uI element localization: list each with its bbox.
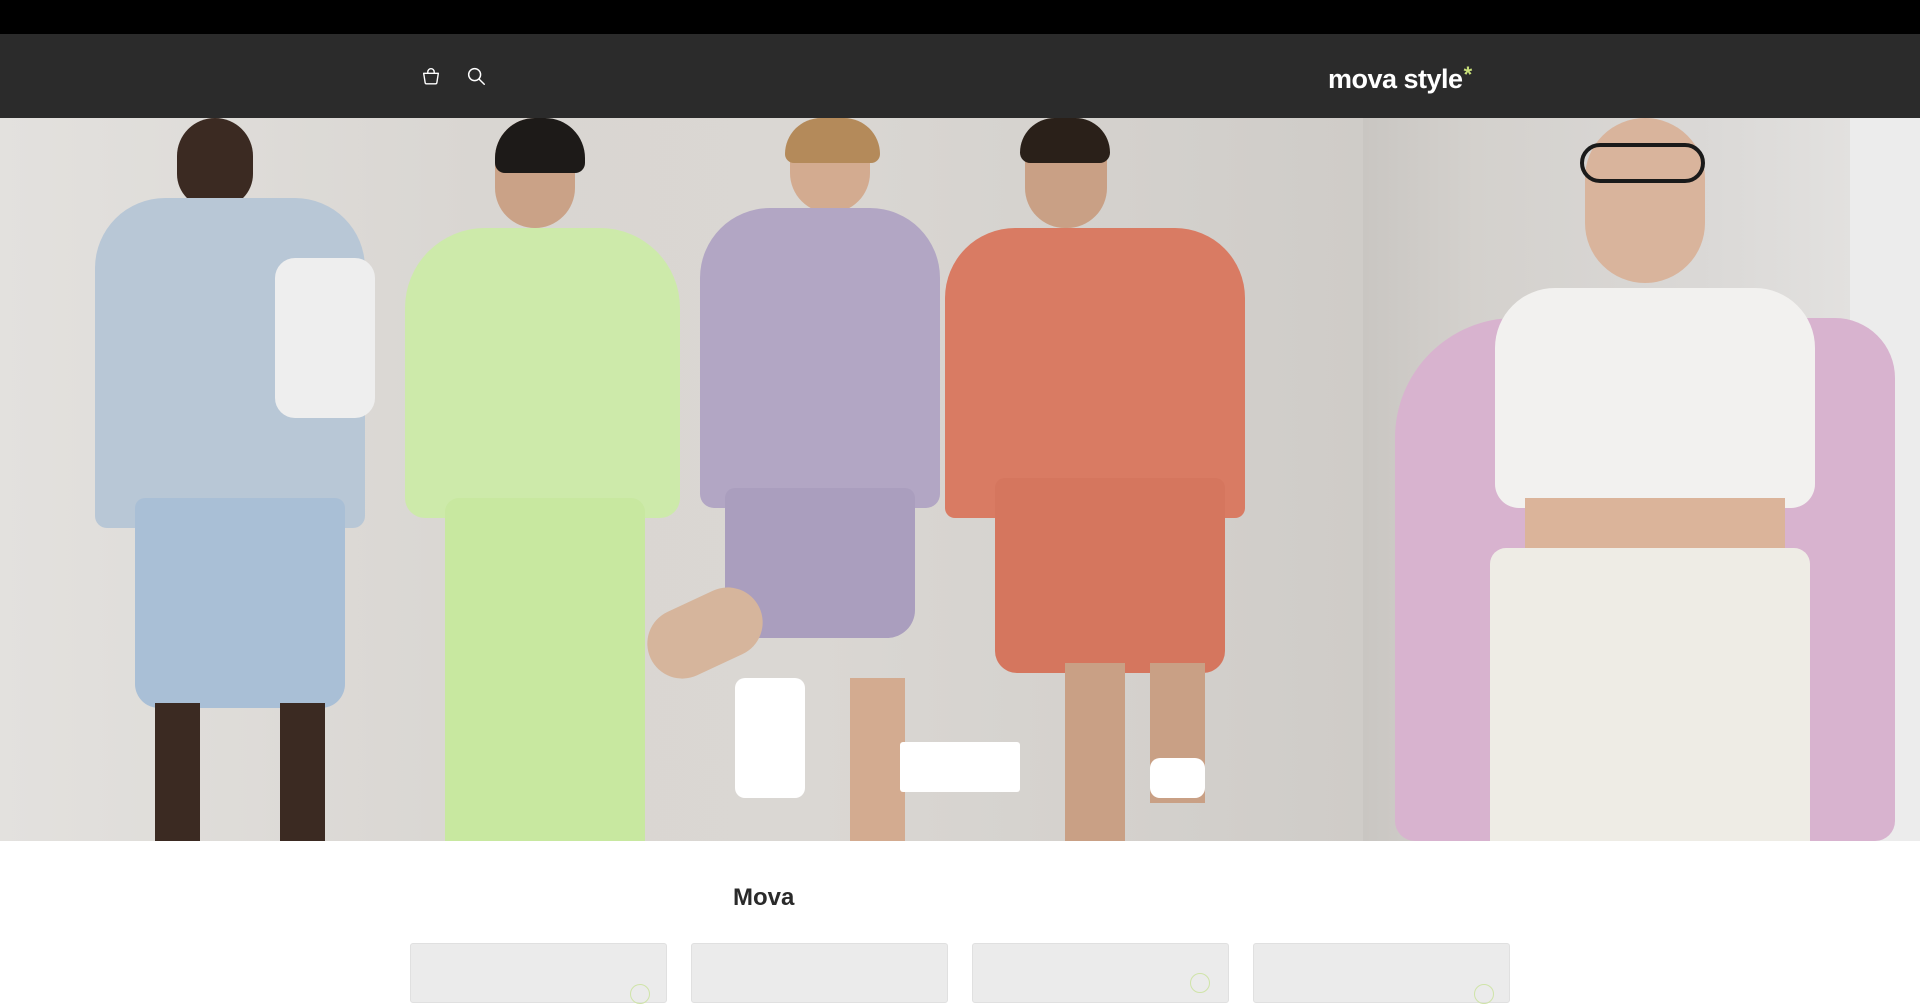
search-icon: [467, 67, 485, 85]
search-button[interactable]: [462, 62, 490, 90]
shopping-basket-icon: [422, 68, 440, 85]
product-card[interactable]: [691, 943, 948, 1003]
wishlist-icon[interactable]: [630, 984, 650, 1004]
model-white-pink-outfit: [1395, 118, 1895, 841]
product-card[interactable]: [972, 943, 1229, 1003]
model-blue-outfit: [95, 118, 375, 841]
logo-text: mova style: [1328, 64, 1463, 94]
model-coral-outfit: [945, 118, 1285, 841]
product-card[interactable]: [1253, 943, 1510, 1004]
site-header: mova style*: [0, 34, 1920, 118]
cart-button[interactable]: [417, 62, 445, 90]
product-card[interactable]: [410, 943, 667, 1004]
top-announcement-bar: [0, 0, 1920, 34]
hero-cta-button[interactable]: [900, 742, 1020, 792]
logo-star: *: [1463, 62, 1473, 87]
collection-title: Mova: [733, 884, 795, 911]
wishlist-icon[interactable]: [1474, 984, 1494, 1004]
product-card-grid: [410, 943, 1510, 1004]
wishlist-icon[interactable]: [1190, 973, 1210, 993]
site-logo[interactable]: mova style*: [1328, 58, 1472, 95]
hero-banner: [0, 118, 1920, 841]
model-lilac-outfit: [635, 118, 950, 841]
